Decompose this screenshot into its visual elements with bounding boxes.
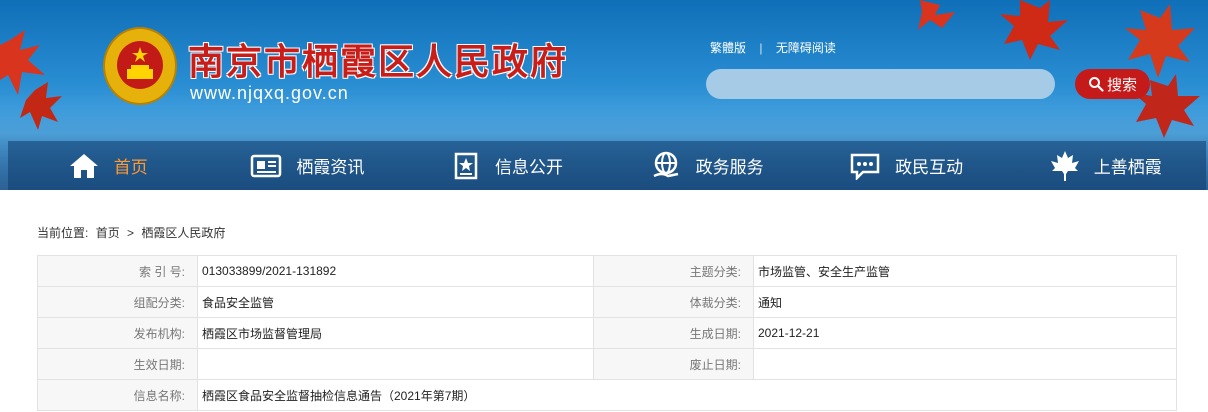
table-row: 信息名称: 栖霞区食品安全监督抽检信息通告（2021年第7期）	[37, 379, 1177, 411]
index-number-label: 索 引 号:	[37, 255, 198, 287]
search-button-label: 搜索	[1106, 76, 1137, 94]
breadcrumb-current[interactable]: 栖霞区人民政府	[141, 226, 225, 240]
site-url: www.njqxq.gov.cn	[190, 83, 349, 103]
effective-date-label: 生效日期:	[37, 348, 198, 380]
nav-item-label: 栖霞资讯	[296, 158, 365, 177]
nav-item-services[interactable]: 政务服务	[607, 141, 807, 190]
accessibility-link[interactable]: 无障碍阅读	[776, 41, 836, 55]
publisher-label: 发布机构:	[37, 317, 198, 349]
traditional-chinese-link[interactable]: 繁體版	[710, 41, 746, 55]
site-name: 南京市栖霞区人民政府	[188, 41, 569, 83]
topic-category-label: 主题分类:	[593, 255, 754, 287]
breadcrumb-prefix: 当前位置:	[37, 226, 89, 240]
maple-leaf-icon	[1050, 150, 1080, 182]
index-number-value: 013033899/2021-131892	[197, 255, 594, 287]
expiry-date-label: 废止日期:	[593, 348, 754, 380]
info-title-label: 信息名称:	[37, 379, 198, 411]
nav-item-news[interactable]: 栖霞资讯	[208, 141, 408, 190]
chat-icon	[849, 152, 881, 180]
effective-date-value	[197, 348, 594, 380]
nav-item-label: 首页	[113, 158, 148, 177]
genre-category-value: 通知	[753, 286, 1177, 318]
info-title-value: 栖霞区食品安全监督抽检信息通告（2021年第7期）	[197, 379, 1177, 411]
nav-item-label: 信息公开	[494, 158, 563, 177]
site-header: 南京市栖霞区人民政府 www.njqxq.gov.cn 繁體版 | 无障碍阅读 …	[0, 0, 1208, 190]
generated-date-label: 生成日期:	[593, 317, 754, 349]
assembly-category-value: 食品安全监管	[197, 286, 594, 318]
table-row: 索 引 号: 013033899/2021-131892 主题分类: 市场监管、…	[37, 255, 1177, 287]
main-content: 当前位置: 首页 > 栖霞区人民政府 索 引 号: 013033899/2021…	[8, 190, 1206, 412]
nav-item-interaction[interactable]: 政民互动	[806, 141, 1006, 190]
news-icon	[250, 153, 282, 179]
main-nav: 首页 栖霞资讯 信息公开 政务服务 政民互动 上善栖霞	[8, 141, 1206, 190]
table-row: 组配分类: 食品安全监管 体裁分类: 通知	[37, 286, 1177, 318]
genre-category-label: 体裁分类:	[593, 286, 754, 318]
home-icon	[68, 152, 100, 180]
breadcrumb: 当前位置: 首页 > 栖霞区人民政府	[37, 224, 229, 241]
table-row: 生效日期: 废止日期:	[37, 348, 1177, 380]
expiry-date-value	[753, 348, 1177, 380]
search-input[interactable]	[706, 69, 1055, 99]
breadcrumb-home-link[interactable]: 首页	[96, 226, 120, 240]
link-divider: |	[759, 41, 763, 55]
search-icon	[1088, 77, 1104, 92]
info-public-icon	[451, 151, 481, 181]
nav-item-home[interactable]: 首页	[8, 141, 208, 190]
nav-item-shangshan[interactable]: 上善栖霞	[1006, 141, 1206, 190]
search-button[interactable]: 搜索	[1075, 69, 1150, 99]
national-emblem-logo	[103, 27, 177, 105]
top-links: 繁體版 | 无障碍阅读	[710, 39, 836, 56]
globe-hand-icon	[650, 150, 682, 182]
nav-item-label: 政务服务	[695, 158, 764, 177]
nav-item-info-public[interactable]: 信息公开	[407, 141, 607, 190]
assembly-category-label: 组配分类:	[37, 286, 198, 318]
maple-leaves-left-decoration	[0, 30, 62, 130]
generated-date-value: 2021-12-21	[753, 317, 1177, 349]
breadcrumb-separator: >	[127, 226, 135, 240]
nav-item-label: 政民互动	[895, 158, 964, 177]
topic-category-value: 市场监管、安全生产监管	[753, 255, 1177, 287]
publisher-value: 栖霞区市场监督管理局	[197, 317, 594, 349]
document-metadata-table: 索 引 号: 013033899/2021-131892 主题分类: 市场监管、…	[37, 255, 1177, 411]
nav-item-label: 上善栖霞	[1093, 158, 1162, 177]
table-row: 发布机构: 栖霞区市场监督管理局 生成日期: 2021-12-21	[37, 317, 1177, 349]
